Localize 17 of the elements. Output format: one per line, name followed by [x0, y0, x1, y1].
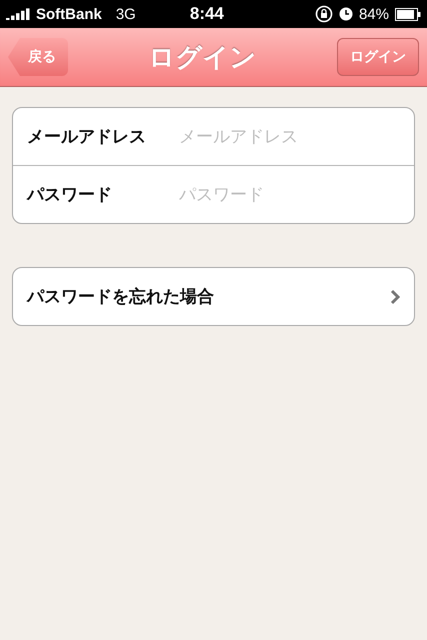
signal-icon: [6, 8, 30, 20]
input-field[interactable]: パスワード: [177, 184, 400, 206]
clock-icon: [338, 7, 353, 21]
status-time: 8:44: [190, 4, 224, 24]
login-button[interactable]: ログイン: [337, 38, 419, 76]
battery-percent: 84%: [358, 6, 389, 22]
field-label: メールアドレス: [27, 126, 147, 148]
input-field[interactable]: メールアドレス: [177, 126, 400, 148]
back-button[interactable]: 戻る: [8, 38, 68, 76]
network-type: 3G: [116, 6, 136, 22]
screen-title: ログイン: [148, 42, 256, 74]
field-label: パスワード: [27, 184, 113, 206]
rotation-lock-icon: [314, 5, 333, 23]
chevron-icon: [390, 288, 400, 304]
battery-icon: [395, 8, 421, 20]
carrier-name: SoftBank: [36, 6, 102, 22]
forgot-password-row[interactable]: パスワードを忘れた場合: [12, 267, 415, 326]
